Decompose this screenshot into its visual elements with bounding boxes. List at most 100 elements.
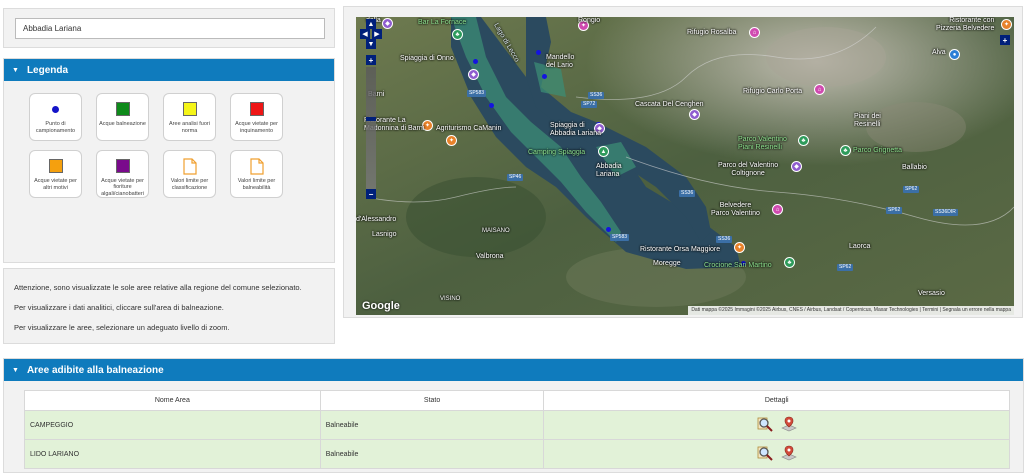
document-icon <box>182 157 197 175</box>
legend-item-label: Acque vietate per fioriture algali/ciano… <box>101 177 144 197</box>
map-label: Abbadia Lariana <box>596 163 622 178</box>
legend-header[interactable]: ▼ Legenda <box>4 59 334 81</box>
legend-item-label: Acque vietate per inquinamento <box>235 121 278 134</box>
area-name-cell: LIDO LARIANO <box>24 439 321 469</box>
collapse-caret-icon: ▼ <box>12 66 19 74</box>
map-label: MAISANO <box>482 228 510 234</box>
table-row[interactable]: LIDO LARIANO Balneabile <box>24 439 1010 469</box>
landmark-icon[interactable]: ◆ <box>689 109 700 120</box>
legend-grid: Punto di campionamento Acque balneazione… <box>29 93 289 198</box>
campground-icon[interactable]: ▲ <box>598 146 609 157</box>
column-header-name: Nome Area <box>24 390 321 411</box>
map-panel: ♣ ◆ ◆ ✦ ⌂ ✦ ● ◆ ⌂ ✦ ✦ ◆ ♣ ♣ ▲ ◆ ⌂ ✦ ♣ Ba… <box>343 6 1023 318</box>
restaurant-icon[interactable]: ✦ <box>1001 19 1012 30</box>
map-label: Laorca <box>849 243 871 250</box>
magnifier-details-icon[interactable] <box>757 416 773 432</box>
restaurant-icon[interactable]: ✦ <box>734 242 745 253</box>
table-row[interactable]: CAMPEGGIO Balneabile <box>24 410 1010 440</box>
sampling-point-marker[interactable] <box>489 103 494 108</box>
zoom-slider-handle[interactable] <box>366 117 376 121</box>
map-label: Camping Spiaggia <box>528 149 586 156</box>
park-icon[interactable]: ♣ <box>452 29 463 40</box>
zoom-in-button[interactable]: + <box>366 55 376 65</box>
area-status-cell: Balneabile <box>319 439 545 469</box>
map-label: Parco del Valentino Coltignone <box>718 162 779 177</box>
bathing-areas-section: ▼ Aree adibite alla balneazione Nome Are… <box>3 358 1024 473</box>
map-label: Belvedere Parco Valentino <box>711 202 760 217</box>
lodging-icon[interactable]: ⌂ <box>772 204 783 215</box>
map-pin-locate-icon[interactable] <box>780 445 797 461</box>
satellite-map[interactable]: ♣ ◆ ◆ ✦ ⌂ ✦ ● ◆ ⌂ ✦ ✦ ◆ ♣ ♣ ▲ ◆ ⌂ ✦ ♣ Ba… <box>356 17 1014 315</box>
map-label: Parco Grignetta <box>853 147 903 154</box>
magnifier-details-icon[interactable] <box>757 445 773 461</box>
legend-item-classification-limits[interactable]: Valori limite per classificazione <box>163 150 216 198</box>
lodging-icon[interactable]: ⌂ <box>749 27 760 38</box>
map-label: Rifugio Rosalba <box>687 29 737 36</box>
zoom-out-button[interactable]: − <box>366 189 376 199</box>
fullscreen-button[interactable]: + <box>1000 35 1010 45</box>
area-details-cell <box>543 410 1010 440</box>
zoom-slider[interactable] <box>366 67 376 197</box>
road-shield: SP72 <box>581 101 598 108</box>
table-header-row: Nome Area Stato Dettagli <box>24 390 1010 411</box>
map-attribution[interactable]: Dati mappa ©2025 Immagini ©2025 Airbus, … <box>688 306 1014 315</box>
google-logo: Google <box>362 300 400 312</box>
map-label: d'Alessandro <box>356 216 397 223</box>
shopping-icon[interactable]: ● <box>949 49 960 60</box>
legend-item-algae-ban: Acque vietate per fioriture algali/ciano… <box>96 150 149 198</box>
sampling-point-marker[interactable] <box>473 59 478 64</box>
landmark-icon[interactable]: ◆ <box>382 18 393 29</box>
landmark-icon[interactable]: ◆ <box>791 161 802 172</box>
park-icon[interactable]: ♣ <box>798 135 809 146</box>
bathing-areas-table: Nome Area Stato Dettagli CAMPEGGIO Balne… <box>24 390 1010 469</box>
map-label: Parco Valentino Piani Resinelli <box>738 136 787 151</box>
pan-left-button[interactable]: ◀ <box>360 29 370 39</box>
bathing-areas-header[interactable]: ▼ Aree adibite alla balneazione <box>4 359 1023 381</box>
map-label: Bar La Fornace <box>418 19 467 26</box>
map-label: Crocione San Martino <box>704 262 772 269</box>
sampling-point-dot-icon <box>52 105 59 113</box>
area-status-cell: Balneabile <box>319 410 545 440</box>
info-panel: Attenzione, sono visualizzate le sole ar… <box>3 268 335 344</box>
legend-item-label: Punto di campionamento <box>35 121 76 134</box>
info-line-click: Per visualizzare i dati analitici, clicc… <box>14 303 224 312</box>
map-label: Alva <box>932 49 946 56</box>
bathing-areas-title: Aree adibite alla balneazione <box>26 364 164 376</box>
legend-item-bathing-limits[interactable]: Valori limite per balneabilità <box>230 150 283 198</box>
landmark-icon[interactable]: ◆ <box>468 69 479 80</box>
area-name-cell: CAMPEGGIO <box>24 410 321 440</box>
map-label: Ristorante Orsa Maggiore <box>640 246 721 253</box>
info-line-zoom: Per visualizzare le aree, selezionare un… <box>14 323 230 332</box>
road-shield: SP46 <box>507 174 524 181</box>
legend-item-sampling-point: Punto di campionamento <box>29 93 82 141</box>
pan-up-button[interactable]: ▲ <box>366 19 376 29</box>
map-label: Cascata Del Cenghen <box>635 101 704 108</box>
map-label: Piani dei Resinelli <box>854 113 881 128</box>
map-label: Rongio <box>578 17 601 24</box>
area-details-cell <box>543 439 1010 469</box>
sampling-point-marker[interactable] <box>536 50 541 55</box>
park-icon[interactable]: ♣ <box>784 257 795 268</box>
map-label: Spiaggia di Abbadia Lariana <box>550 122 601 137</box>
legend-item-label: Valori limite per classificazione <box>170 178 209 191</box>
park-icon[interactable]: ♣ <box>840 145 851 156</box>
map-label: Lasnigo <box>372 231 397 238</box>
purple-square-icon <box>115 158 130 173</box>
pan-right-button[interactable]: ▶ <box>372 29 382 39</box>
map-label: Ristorante con Pizzeria Belvedere <box>936 17 995 32</box>
sampling-point-marker[interactable] <box>606 227 611 232</box>
map-pin-locate-icon[interactable] <box>780 416 797 432</box>
search-panel <box>3 8 335 48</box>
road-shield: SS36DIR <box>933 209 958 216</box>
sampling-point-marker[interactable] <box>542 74 547 79</box>
lodging-icon[interactable]: ⌂ <box>814 84 825 95</box>
comune-search-input[interactable] <box>15 18 325 39</box>
column-header-details: Dettagli <box>543 390 1010 411</box>
legend-item-label: Acque vietate per altri motivi <box>34 178 77 191</box>
restaurant-icon[interactable]: ✦ <box>446 135 457 146</box>
pan-down-button[interactable]: ▼ <box>366 39 376 49</box>
road-shield: SS36 <box>716 236 733 243</box>
info-line-region: Attenzione, sono visualizzate le sole ar… <box>14 283 302 292</box>
legend-item-label: Aree analisi fuori norma <box>169 121 210 134</box>
road-shield: SS36 <box>679 190 696 197</box>
